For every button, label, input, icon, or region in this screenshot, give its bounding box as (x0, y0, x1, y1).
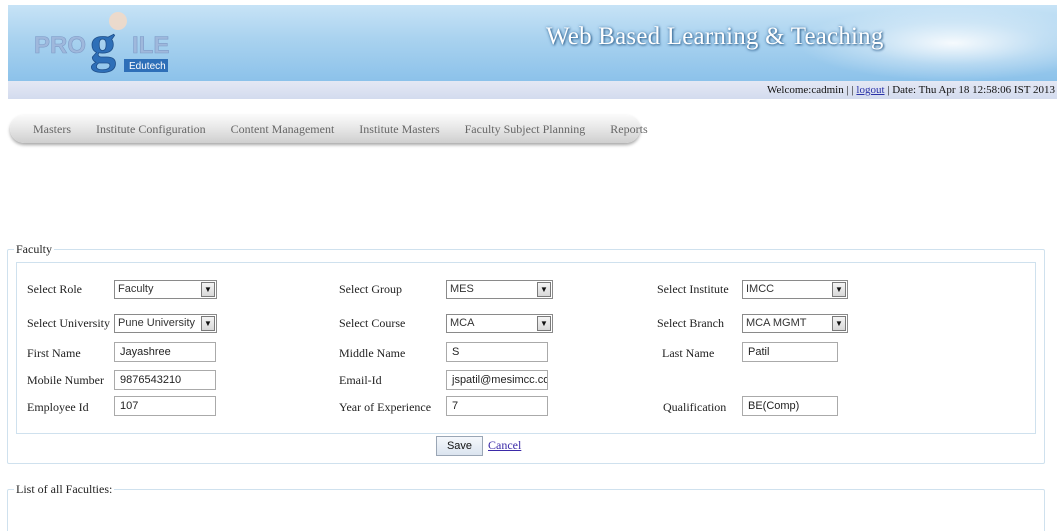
last-name-field[interactable]: Patil (742, 342, 838, 362)
main-menu: Masters Institute Configuration Content … (10, 115, 648, 143)
chevron-down-icon: ▼ (537, 316, 551, 331)
branch-select-value: MCA MGMT (746, 317, 807, 329)
select-branch-label: Select Branch (657, 316, 724, 330)
faculty-legend: Faculty (14, 242, 54, 257)
mobile-number-label: Mobile Number (27, 373, 104, 387)
faculty-list-legend: List of all Faculties: (14, 482, 115, 497)
welcome-text: Welcome:cadmin | | (767, 84, 854, 96)
menu-item-faculty-subject-planning[interactable]: Faculty Subject Planning (465, 122, 586, 137)
employee-id-label: Employee Id (27, 400, 89, 414)
header-banner: PRO g ILE Edutech Web Based Learning & T… (8, 5, 1057, 81)
chevron-down-icon: ▼ (201, 316, 215, 331)
logout-link[interactable]: logout (856, 84, 884, 96)
svg-text:ILE: ILE (132, 32, 169, 59)
first-name-field[interactable]: Jayashree (114, 342, 216, 362)
qualification-field[interactable]: BE(Comp) (742, 396, 838, 416)
institute-select-value: IMCC (746, 283, 775, 295)
group-select[interactable]: MES ▼ (446, 280, 553, 299)
status-bar: Welcome:cadmin | | logout | Date: Thu Ap… (8, 81, 1057, 99)
menu-item-content-management[interactable]: Content Management (231, 122, 335, 137)
menu-item-institute-masters[interactable]: Institute Masters (359, 122, 439, 137)
middle-name-field[interactable]: S (446, 342, 548, 362)
svg-text:Edutech: Edutech (129, 61, 166, 72)
menu-item-reports[interactable]: Reports (610, 122, 647, 137)
year-of-experience-field[interactable]: 7 (446, 396, 548, 416)
banner-title: Web Based Learning & Teaching (546, 23, 884, 50)
last-name-label: Last Name (662, 346, 715, 360)
menu-item-institute-configuration[interactable]: Institute Configuration (96, 122, 206, 137)
email-id-label: Email-Id (339, 373, 382, 387)
svg-text:PRO: PRO (34, 32, 86, 59)
branch-select[interactable]: MCA MGMT ▼ (742, 314, 848, 333)
course-select-value: MCA (450, 317, 475, 329)
select-institute-label: Select Institute (657, 282, 729, 296)
menu-item-masters[interactable]: Masters (33, 122, 71, 137)
role-select[interactable]: Faculty ▼ (114, 280, 217, 299)
cancel-link[interactable]: Cancel (488, 438, 521, 453)
year-of-experience-label: Year of Experience (339, 400, 432, 414)
chevron-down-icon: ▼ (537, 282, 551, 297)
institute-select[interactable]: IMCC ▼ (742, 280, 848, 299)
employee-id-field[interactable]: 107 (114, 396, 216, 416)
qualification-label: Qualification (663, 400, 727, 414)
university-select-value: Pune University (118, 317, 196, 329)
faculty-list-fieldset (7, 489, 1045, 531)
first-name-label: First Name (27, 346, 81, 360)
select-role-label: Select Role (27, 282, 82, 296)
role-select-value: Faculty (118, 283, 154, 295)
chevron-down-icon: ▼ (832, 282, 846, 297)
date-text: | Date: Thu Apr 18 12:58:06 IST 2013 (887, 84, 1055, 96)
group-select-value: MES (450, 283, 474, 295)
mobile-number-field[interactable]: 9876543210 (114, 370, 216, 390)
email-id-field[interactable]: jspatil@mesimcc.com (446, 370, 548, 390)
select-university-label: Select University (27, 316, 110, 330)
save-button[interactable]: Save (436, 436, 483, 456)
middle-name-label: Middle Name (339, 346, 406, 360)
select-course-label: Select Course (339, 316, 406, 330)
chevron-down-icon: ▼ (201, 282, 215, 297)
progile-logo: PRO g ILE Edutech (34, 12, 170, 73)
select-group-label: Select Group (339, 282, 402, 296)
chevron-down-icon: ▼ (832, 316, 846, 331)
course-select[interactable]: MCA ▼ (446, 314, 553, 333)
university-select[interactable]: Pune University ▼ (114, 314, 217, 333)
